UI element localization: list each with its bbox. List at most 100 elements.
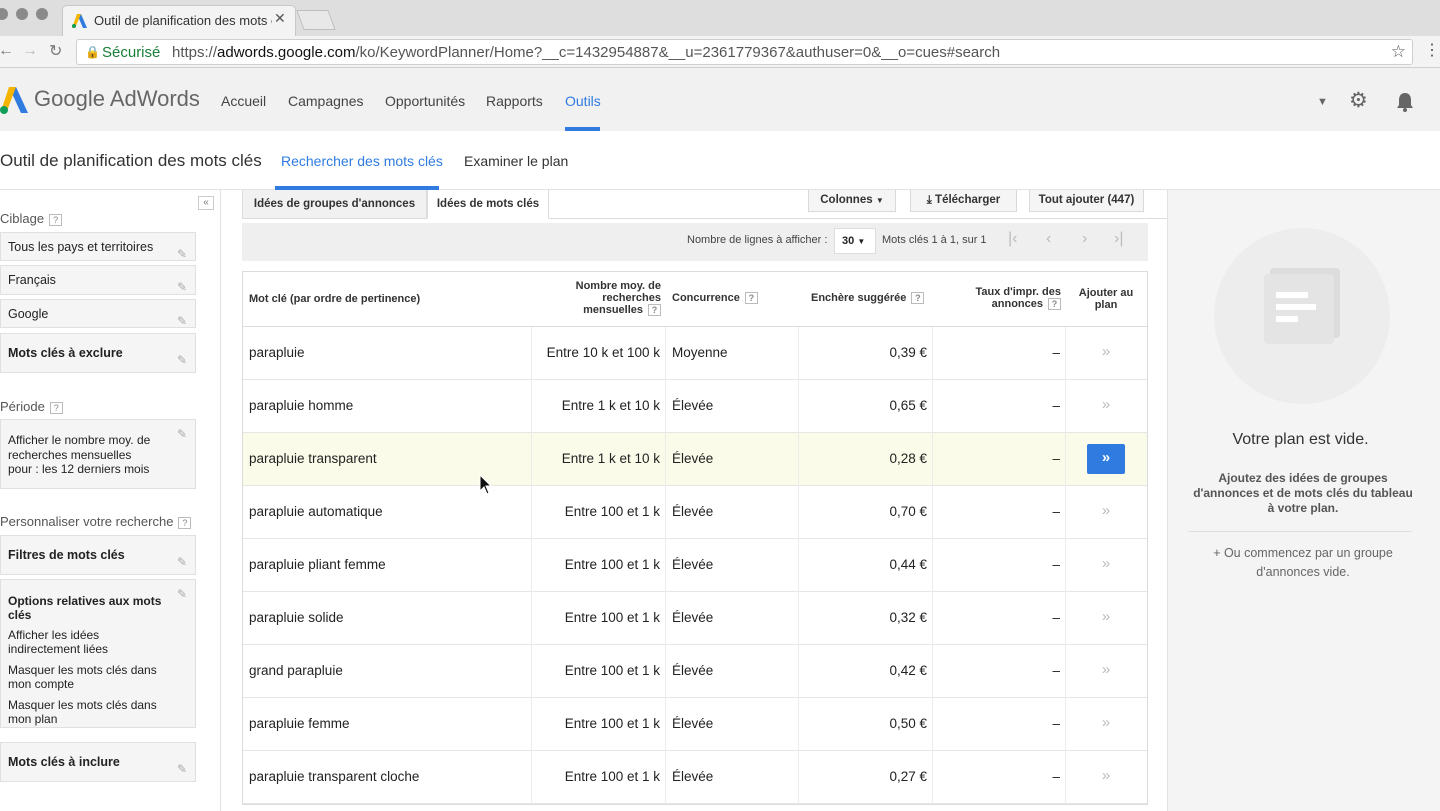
pencil-icon[interactable]: ✎: [177, 341, 187, 379]
collapse-sidebar-button[interactable]: «: [198, 196, 214, 210]
reload-icon[interactable]: ↻: [49, 41, 62, 61]
targeting-language-label: Français: [8, 273, 56, 287]
new-tab-button[interactable]: [296, 10, 336, 30]
help-icon[interactable]: ?: [49, 213, 63, 226]
targeting-location[interactable]: Tous les pays et territoires ✎: [0, 232, 196, 261]
include-keywords[interactable]: Mots clés à inclure ✎: [0, 742, 196, 782]
pencil-icon[interactable]: ✎: [177, 307, 187, 335]
column-separator: [932, 433, 933, 486]
cell-keyword: parapluie femme: [249, 716, 350, 731]
nav-outils[interactable]: Outils: [565, 93, 601, 109]
help-icon[interactable]: ?: [49, 401, 63, 414]
add-to-plan-button[interactable]: »: [1087, 338, 1125, 368]
window-close-dot[interactable]: [0, 8, 8, 20]
col-competition[interactable]: Concurrence?: [672, 292, 758, 305]
pencil-icon[interactable]: ✎: [177, 587, 187, 601]
table-row[interactable]: parapluie transparent Entre 1 k et 10 k Él…: [243, 433, 1147, 486]
add-to-plan-button[interactable]: »: [1087, 762, 1125, 792]
col-impression-rate[interactable]: Taux d'impr. des annonces?: [961, 286, 1061, 311]
nav-rapports[interactable]: Rapports: [486, 93, 543, 109]
pencil-icon[interactable]: ✎: [177, 273, 187, 302]
column-separator: [1065, 433, 1066, 486]
last-page-icon[interactable]: ›|: [1114, 230, 1123, 248]
tab-ad-group-ideas[interactable]: Idées de groupes d'annonces: [242, 190, 427, 219]
plan-start-empty-link[interactable]: + Ou commencez par un groupe d'annonces …: [1192, 544, 1414, 582]
account-dropdown-icon[interactable]: ▼: [1317, 96, 1328, 108]
back-arrow-icon[interactable]: ←: [0, 42, 14, 60]
rows-per-page-select[interactable]: 30 ▼: [834, 228, 876, 254]
add-to-plan-button[interactable]: »: [1087, 709, 1125, 739]
browser-menu-icon[interactable]: ⋮: [1424, 40, 1440, 60]
column-separator: [531, 486, 532, 539]
download-button[interactable]: ⤓ Télécharger: [910, 190, 1017, 212]
negative-keywords[interactable]: Mots clés à exclure ✎: [0, 333, 196, 373]
keyword-option-hide-account: Masquer les mots clés dans mon compte: [8, 663, 157, 691]
nav-opportunites[interactable]: Opportunités: [385, 93, 465, 109]
nav-campagnes[interactable]: Campagnes: [288, 93, 364, 109]
plan-panel: Votre plan est vide. Ajoutez des idées d…: [1167, 190, 1440, 811]
next-page-icon[interactable]: ›: [1082, 230, 1087, 248]
first-page-icon[interactable]: |‹: [1008, 230, 1017, 248]
browser-tab-title: Outil de planification des mots clés: [94, 13, 272, 28]
cell-impression-rate: –: [1052, 716, 1060, 731]
add-to-plan-button[interactable]: »: [1087, 497, 1125, 527]
table-row[interactable]: parapluie homme Entre 1 k et 10 k Élevée 0,…: [243, 380, 1147, 433]
period-setting[interactable]: Afficher le nombre moy. de recherches me…: [0, 419, 196, 489]
cell-competition: Élevée: [672, 663, 714, 678]
add-to-plan-button[interactable]: »: [1087, 603, 1125, 633]
gear-icon[interactable]: ⚙: [1349, 88, 1368, 113]
pencil-icon[interactable]: ✎: [177, 427, 187, 442]
bookmark-star-icon[interactable]: ☆: [1391, 42, 1406, 62]
keyword-options[interactable]: Options relatives aux mots clés Afficher…: [0, 579, 196, 728]
help-icon[interactable]: ?: [648, 304, 661, 317]
pencil-icon[interactable]: ✎: [177, 543, 187, 581]
address-bar[interactable]: 🔒 Sécurisé https://adwords.google.com/ko…: [76, 39, 1413, 65]
nav-accueil[interactable]: Accueil: [221, 93, 266, 109]
table-row[interactable]: parapluie femme Entre 100 et 1 k Élevée 0,5…: [243, 698, 1147, 751]
add-to-plan-button[interactable]: »: [1087, 391, 1125, 421]
table-row[interactable]: parapluie automatique Entre 100 et 1 k Éle…: [243, 486, 1147, 539]
prev-page-icon[interactable]: ‹: [1046, 230, 1051, 248]
period-text: Afficher le nombre moy. de recherches me…: [8, 433, 151, 476]
table-row[interactable]: parapluie solide Entre 100 et 1 k Élevée 0,…: [243, 592, 1147, 645]
column-separator: [531, 327, 532, 380]
column-separator: [798, 433, 799, 486]
help-icon[interactable]: ?: [178, 516, 192, 529]
add-to-plan-button[interactable]: »: [1087, 444, 1125, 474]
browser-tab-active[interactable]: Outil de planification des mots clés ✕: [62, 5, 296, 36]
col-searches[interactable]: Nombre moy. de recherches mensuelles?: [553, 280, 661, 317]
table-row[interactable]: parapluie transparent cloche Entre 100 et…: [243, 751, 1147, 804]
table-row[interactable]: parapluie pliant femme Entre 100 et 1 k Él…: [243, 539, 1147, 592]
columns-button[interactable]: Colonnes ▼: [808, 190, 896, 212]
forward-arrow-icon[interactable]: →: [22, 42, 38, 60]
window-minimize-dot[interactable]: [16, 8, 28, 20]
period-title: Période: [0, 399, 45, 414]
close-icon[interactable]: ✕: [274, 10, 286, 27]
help-icon[interactable]: ?: [911, 292, 925, 305]
col-keyword[interactable]: Mot clé (par ordre de pertinence): [249, 293, 420, 305]
cell-competition: Élevée: [672, 769, 714, 784]
tab-review-plan[interactable]: Examiner le plan: [464, 153, 568, 169]
tab-search-keywords[interactable]: Rechercher des mots clés: [281, 153, 443, 169]
help-icon[interactable]: ?: [1048, 298, 1061, 311]
column-separator: [1065, 486, 1066, 539]
adwords-logo-icon[interactable]: [0, 85, 30, 115]
keyword-filters[interactable]: Filtres de mots clés ✎: [0, 535, 196, 575]
bell-icon[interactable]: [1396, 92, 1414, 112]
targeting-language[interactable]: Français ✎: [0, 265, 196, 295]
targeting-network[interactable]: Google ✎: [0, 299, 196, 328]
cell-searches: Entre 100 et 1 k: [564, 769, 660, 784]
col-bid[interactable]: Enchère suggérée?: [811, 292, 925, 305]
pencil-icon[interactable]: ✎: [177, 240, 187, 268]
column-separator: [665, 645, 666, 698]
add-all-button[interactable]: Tout ajouter (447): [1029, 190, 1144, 212]
column-separator: [932, 592, 933, 645]
add-to-plan-button[interactable]: »: [1087, 550, 1125, 580]
table-row[interactable]: grand parapluie Entre 100 et 1 k Élevée 0,4…: [243, 645, 1147, 698]
tab-keyword-ideas[interactable]: Idées de mots clés: [427, 190, 549, 219]
pencil-icon[interactable]: ✎: [177, 750, 187, 788]
help-icon[interactable]: ?: [744, 292, 758, 305]
window-maximize-dot[interactable]: [36, 8, 48, 20]
table-row[interactable]: parapluie Entre 10 k et 100 k Moyenne 0,39 …: [243, 327, 1147, 380]
add-to-plan-button[interactable]: »: [1087, 656, 1125, 686]
